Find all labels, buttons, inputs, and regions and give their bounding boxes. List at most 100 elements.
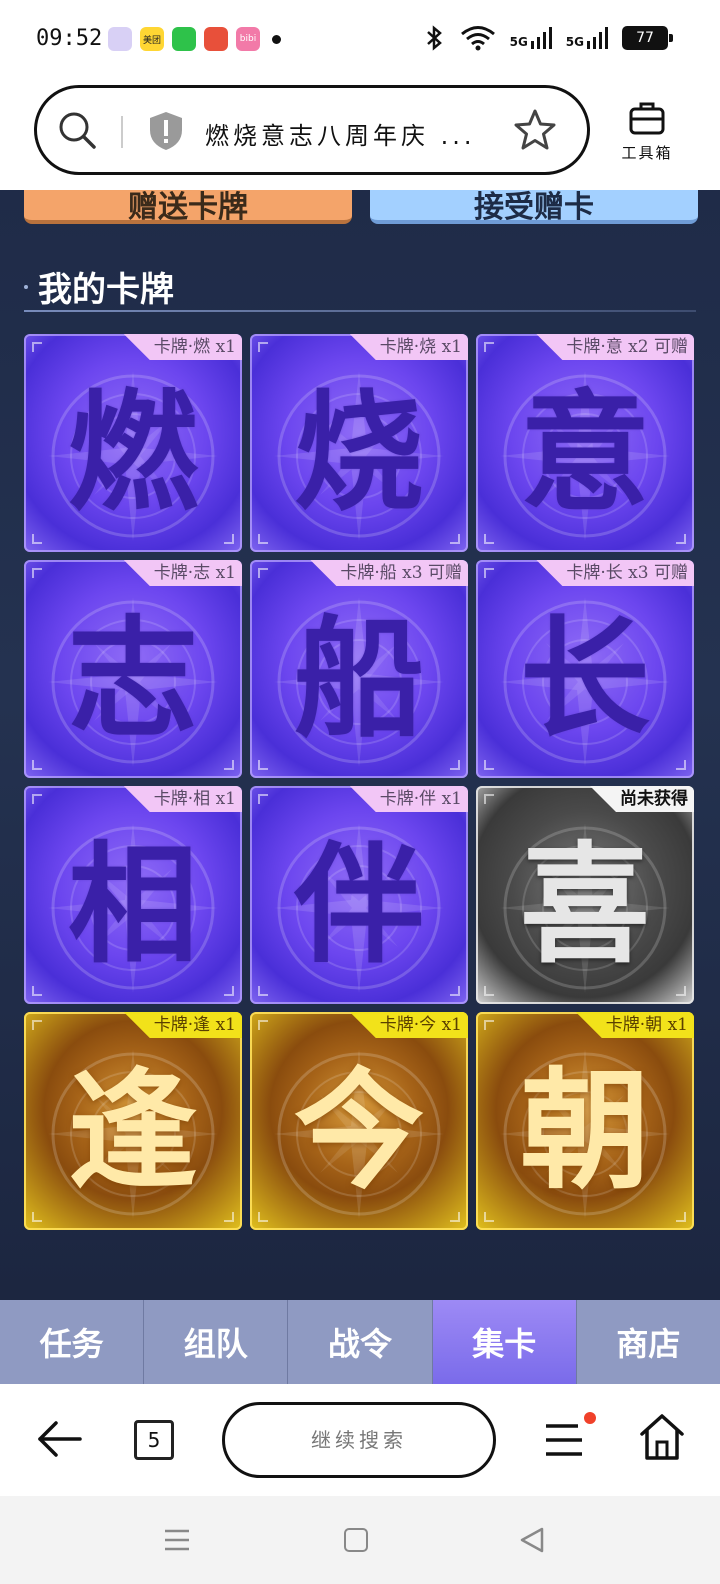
url-field[interactable]: 燃烧意志八周年庆 ... bbox=[34, 85, 590, 175]
battery-indicator: 77 bbox=[622, 26, 673, 50]
card-corner-mark bbox=[32, 568, 42, 578]
card-grid: 燃 卡牌·燃 x1 烧 卡牌·烧 x1 意 卡牌·意 x2 可赠志 卡牌·志 x1 船 卡牌·船… bbox=[24, 334, 698, 1230]
tabs-count-button[interactable]: 5 bbox=[134, 1420, 174, 1460]
card-corner-mark bbox=[450, 534, 460, 544]
card-corner-mark bbox=[450, 760, 460, 770]
card-corner-mark bbox=[484, 534, 494, 544]
card-tag: 卡牌·长 x3 可赠 bbox=[536, 560, 694, 586]
card-corner-mark bbox=[224, 1212, 234, 1222]
card-tag: 卡牌·燃 x1 bbox=[123, 334, 242, 360]
signal-5g-1: 5G bbox=[510, 27, 552, 49]
card-corner-mark bbox=[676, 986, 686, 996]
network-label-2: 5G bbox=[565, 35, 584, 49]
card-corner-mark bbox=[258, 794, 268, 804]
card-item[interactable]: 长 卡牌·长 x3 可赠 bbox=[476, 560, 694, 778]
recent-apps-icon[interactable] bbox=[164, 1528, 190, 1552]
url-text[interactable]: 燃烧意志八周年庆 ... bbox=[205, 116, 476, 151]
card-item[interactable]: 朝 卡牌·朝 x1 bbox=[476, 1012, 694, 1230]
status-indicators: 5G 5G 77 bbox=[424, 25, 673, 51]
card-item[interactable]: 喜 尚未获得 bbox=[476, 786, 694, 1004]
card-corner-mark bbox=[258, 1212, 268, 1222]
toolbox-icon bbox=[629, 102, 665, 135]
card-tag: 卡牌·伴 x1 bbox=[349, 786, 468, 812]
system-nav-bar bbox=[0, 1496, 720, 1584]
card-corner-mark bbox=[676, 1212, 686, 1222]
back-arrow-icon[interactable] bbox=[34, 1414, 84, 1464]
card-tag: 卡牌·志 x1 bbox=[123, 560, 242, 586]
menu-notification-badge bbox=[584, 1412, 596, 1424]
shield-icon[interactable] bbox=[147, 110, 185, 152]
card-corner-mark bbox=[32, 1020, 42, 1030]
send-card-button[interactable]: 赠送卡牌 bbox=[24, 190, 352, 224]
card-corner-mark bbox=[484, 1212, 494, 1222]
star-icon[interactable] bbox=[513, 108, 557, 152]
meituan-app-icon: 美团 bbox=[140, 27, 164, 51]
card-item[interactable]: 意 卡牌·意 x2 可赠 bbox=[476, 334, 694, 552]
system-home-button[interactable] bbox=[344, 1528, 368, 1552]
tab-2[interactable]: 战令 bbox=[288, 1300, 433, 1384]
card-corner-mark bbox=[32, 986, 42, 996]
card-item[interactable]: 烧 卡牌·烧 x1 bbox=[250, 334, 468, 552]
continue-search-button[interactable]: 继续搜索 bbox=[222, 1402, 496, 1478]
tab-1[interactable]: 组队 bbox=[144, 1300, 289, 1384]
card-corner-mark bbox=[258, 986, 268, 996]
card-tag: 卡牌·相 x1 bbox=[123, 786, 242, 812]
tab-0[interactable]: 任务 bbox=[0, 1300, 145, 1384]
assistant-app-icon bbox=[108, 27, 132, 51]
card-tag: 尚未获得 bbox=[590, 786, 694, 812]
card-corner-mark bbox=[32, 534, 42, 544]
card-item[interactable]: 相 卡牌·相 x1 bbox=[24, 786, 242, 1004]
card-corner-mark bbox=[32, 794, 42, 804]
search-icon[interactable] bbox=[57, 110, 97, 150]
phone-app-icon bbox=[172, 27, 196, 51]
more-notifications-dot bbox=[272, 34, 281, 44]
card-item[interactable]: 伴 卡牌·伴 x1 bbox=[250, 786, 468, 1004]
card-corner-mark bbox=[224, 986, 234, 996]
card-corner-mark bbox=[224, 760, 234, 770]
status-time: 09:52 bbox=[36, 26, 103, 51]
tab-4[interactable]: 商店 bbox=[577, 1300, 720, 1384]
card-character: 志 bbox=[67, 602, 198, 755]
browser-bottom-nav: 5 继续搜索 bbox=[0, 1384, 720, 1496]
toolbox-button[interactable]: 工具箱 bbox=[612, 98, 682, 163]
signal-5g-2: 5G bbox=[566, 27, 608, 49]
signal-bars-icon bbox=[587, 27, 608, 49]
home-icon[interactable] bbox=[638, 1412, 686, 1462]
section-title: 我的卡牌 bbox=[38, 270, 174, 310]
card-corner-mark bbox=[258, 568, 268, 578]
card-corner-mark bbox=[258, 342, 268, 352]
section-dot bbox=[24, 284, 28, 289]
card-corner-mark bbox=[676, 760, 686, 770]
taobao-app-icon bbox=[204, 27, 228, 51]
card-character: 今 bbox=[293, 1054, 424, 1207]
collect-cards-page: 赠送卡牌 接受赠卡 我的卡牌 燃 卡牌·燃 x1 烧 卡牌·烧 x1 意 卡牌·意 x2 … bbox=[0, 190, 720, 1300]
card-character: 意 bbox=[519, 376, 650, 529]
card-character: 相 bbox=[67, 828, 198, 981]
card-corner-mark bbox=[258, 1020, 268, 1030]
card-character: 朝 bbox=[519, 1054, 650, 1207]
menu-icon[interactable] bbox=[544, 1418, 584, 1462]
card-corner-mark bbox=[676, 534, 686, 544]
card-corner-mark bbox=[450, 1212, 460, 1222]
card-character: 逢 bbox=[67, 1054, 198, 1207]
status-bar: 09:52 美团 bibi 5G 5G 77 bbox=[0, 0, 720, 80]
card-character: 烧 bbox=[293, 376, 424, 529]
card-corner-mark bbox=[484, 794, 494, 804]
card-item[interactable]: 船 卡牌·船 x3 可赠 bbox=[250, 560, 468, 778]
tab-3[interactable]: 集卡 bbox=[432, 1300, 577, 1384]
browser-address-bar: 燃烧意志八周年庆 ... 工具箱 bbox=[0, 80, 720, 190]
card-character: 喜 bbox=[519, 828, 650, 981]
toolbox-label: 工具箱 bbox=[621, 144, 673, 162]
system-back-icon[interactable] bbox=[518, 1526, 546, 1554]
card-item[interactable]: 燃 卡牌·燃 x1 bbox=[24, 334, 242, 552]
card-item[interactable]: 今 卡牌·今 x1 bbox=[250, 1012, 468, 1230]
card-corner-mark bbox=[32, 1212, 42, 1222]
card-item[interactable]: 逢 卡牌·逢 x1 bbox=[24, 1012, 242, 1230]
card-corner-mark bbox=[32, 342, 42, 352]
bluetooth-icon bbox=[426, 25, 442, 51]
card-corner-mark bbox=[484, 986, 494, 996]
card-item[interactable]: 志 卡牌·志 x1 bbox=[24, 560, 242, 778]
card-corner-mark bbox=[484, 568, 494, 578]
receive-card-button[interactable]: 接受赠卡 bbox=[370, 190, 698, 224]
card-tag: 卡牌·意 x2 可赠 bbox=[536, 334, 694, 360]
